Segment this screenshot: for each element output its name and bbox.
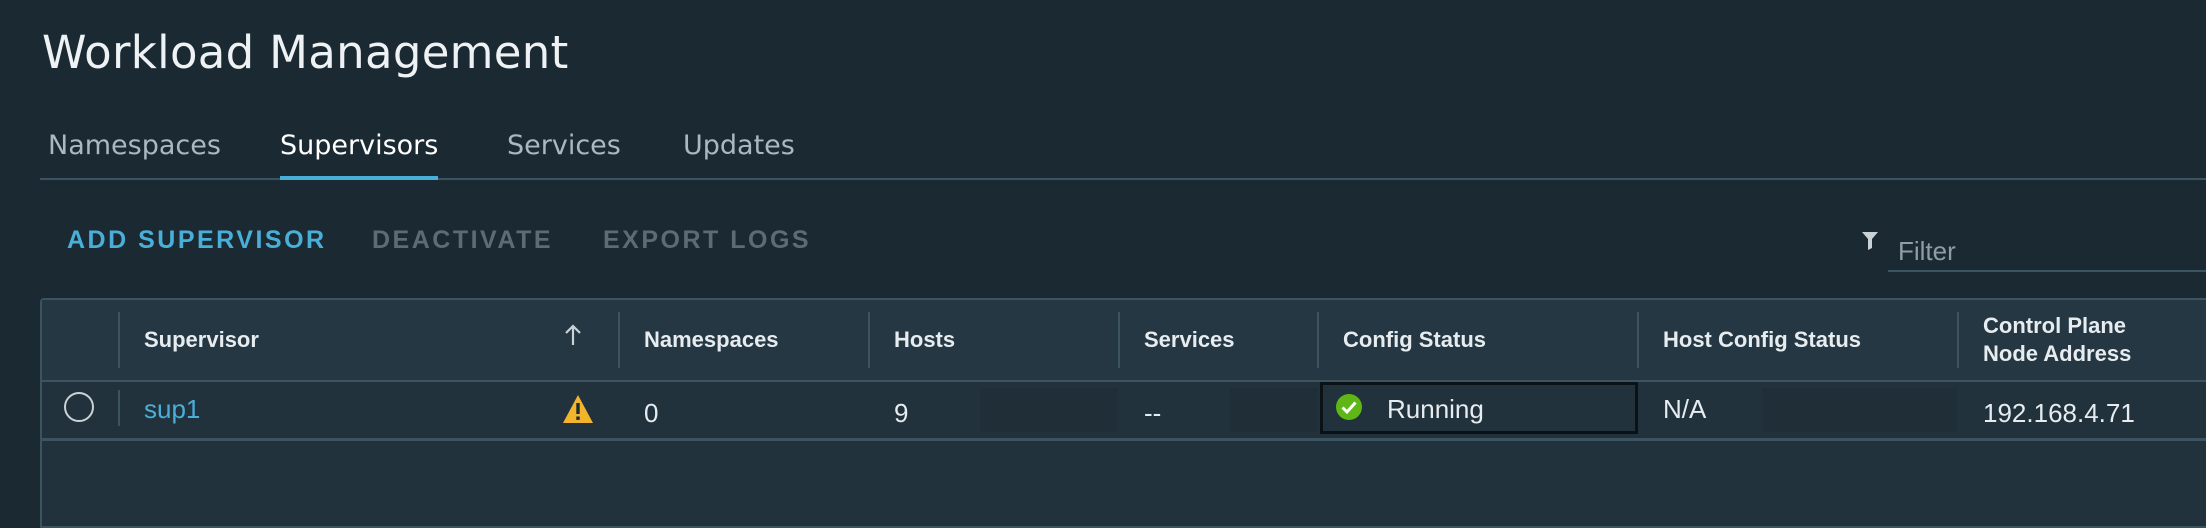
column-header-control-plane-node-address[interactable]: Control Plane Node Address — [1983, 312, 2131, 368]
config-status-cell[interactable]: Running — [1320, 382, 1638, 434]
tab-updates[interactable]: Updates — [683, 130, 795, 176]
cell-shade — [980, 388, 1118, 432]
check-circle-icon — [1335, 393, 1363, 426]
column-header-services[interactable]: Services — [1144, 326, 1235, 354]
column-header-config-status[interactable]: Config Status — [1343, 326, 1486, 354]
config-status-text: Running — [1387, 394, 1484, 424]
datagrid-header: Supervisor Namespaces Hosts Services Con… — [42, 300, 2206, 382]
tab-bar: Namespaces Supervisors Services Updates — [40, 126, 2206, 180]
column-header-namespaces[interactable]: Namespaces — [644, 326, 779, 354]
column-separator — [1317, 312, 1319, 368]
column-header-line: Control Plane — [1983, 313, 2127, 338]
namespaces-count: 0 — [644, 398, 659, 428]
cell-shade — [1230, 388, 1318, 432]
column-separator — [868, 312, 870, 368]
services-value: -- — [1144, 398, 1162, 428]
column-separator — [618, 312, 620, 368]
deactivate-button[interactable]: DEACTIVATE — [372, 226, 553, 255]
column-separator — [1637, 312, 1639, 368]
table-row[interactable]: sup1 0 9 -- Running N/A 192.168.4.71 — [42, 382, 2206, 441]
column-separator — [1957, 312, 1959, 368]
filter-icon[interactable] — [1862, 232, 1878, 255]
page-title: Workload Management — [42, 26, 569, 79]
row-separator — [118, 390, 120, 426]
filter-input[interactable] — [1888, 222, 2206, 272]
column-separator — [118, 312, 120, 368]
column-header-hosts[interactable]: Hosts — [894, 326, 955, 354]
row-select-radio[interactable] — [64, 392, 94, 422]
column-header-line: Node Address — [1983, 341, 2132, 366]
column-header-host-config-status[interactable]: Host Config Status — [1663, 326, 1861, 354]
tab-namespaces[interactable]: Namespaces — [48, 130, 221, 176]
supervisors-datagrid: Supervisor Namespaces Hosts Services Con… — [40, 298, 2206, 528]
cell-shade — [1762, 388, 1957, 432]
arrow-up-icon[interactable] — [564, 324, 582, 351]
add-supervisor-button[interactable]: ADD SUPERVISOR — [67, 226, 327, 255]
warning-icon[interactable] — [562, 394, 594, 429]
control-plane-address: 192.168.4.71 — [1983, 398, 2135, 428]
supervisor-name-link[interactable]: sup1 — [144, 394, 200, 425]
tab-supervisors[interactable]: Supervisors — [280, 130, 439, 180]
hosts-count: 9 — [894, 398, 909, 428]
export-logs-button[interactable]: EXPORT LOGS — [603, 226, 811, 255]
host-config-status-text: N/A — [1663, 394, 1707, 424]
column-header-supervisor[interactable]: Supervisor — [144, 326, 259, 354]
tab-services[interactable]: Services — [507, 130, 621, 176]
column-separator — [1118, 312, 1120, 368]
